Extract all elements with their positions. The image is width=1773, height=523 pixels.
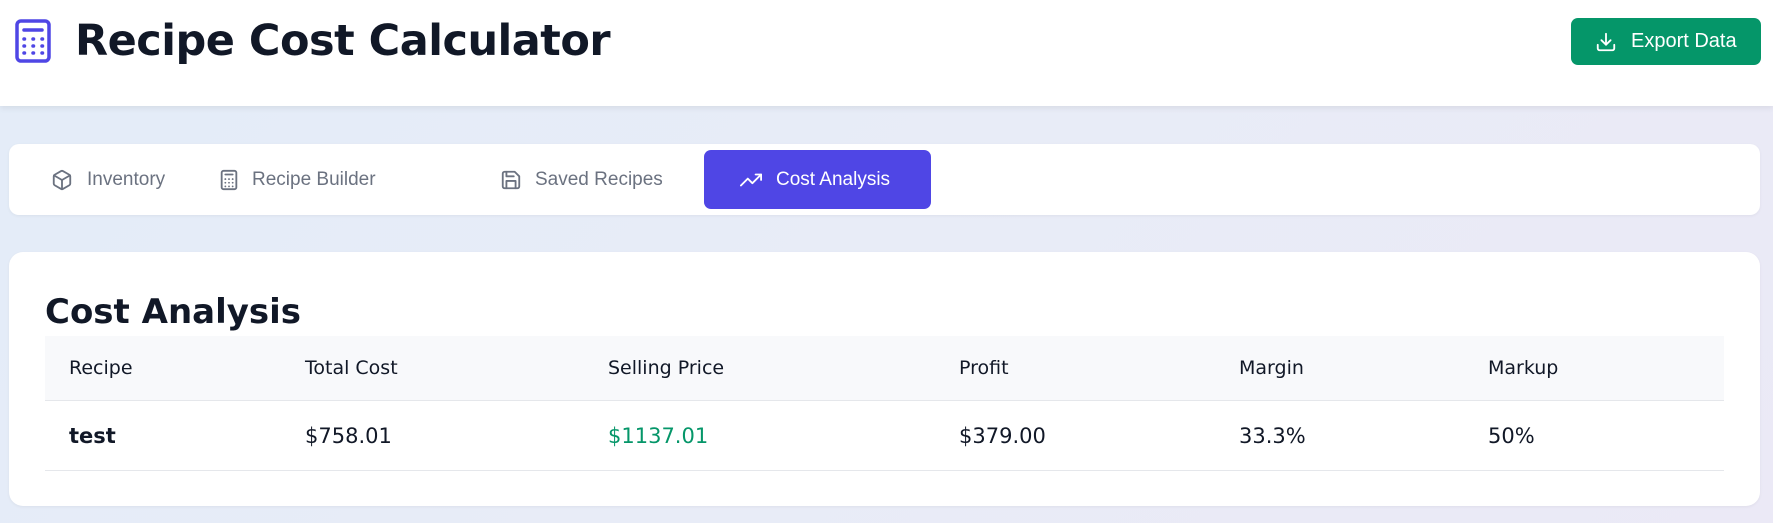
tab-cost-analysis[interactable]: Cost Analysis	[704, 150, 931, 209]
profit-cell: $379.00	[959, 423, 1046, 448]
page-title: Recipe Cost Calculator	[75, 16, 611, 66]
tab-saved-recipes-label: Saved Recipes	[535, 168, 663, 190]
trending-up-icon	[740, 173, 762, 187]
selling-price-cell: $1137.01	[608, 423, 709, 448]
column-header-markup: Markup	[1488, 357, 1559, 379]
section-title: Cost Analysis	[45, 292, 302, 332]
cost-analysis-table: Recipe Total Cost Selling Price Profit M…	[45, 336, 1724, 471]
margin-cell: 33.3%	[1239, 423, 1306, 448]
export-data-button[interactable]: Export Data	[1571, 18, 1761, 65]
tab-saved-recipes[interactable]: Saved Recipes	[429, 150, 663, 209]
app-header: Recipe Cost Calculator Export Data	[0, 0, 1773, 106]
table-header: Recipe Total Cost Selling Price Profit M…	[45, 336, 1724, 401]
total-cost-cell: $758.01	[305, 423, 392, 448]
table-row: test $758.01 $1137.01 $379.00 33.3% 50%	[45, 401, 1724, 471]
package-icon	[52, 169, 72, 191]
column-header-total-cost: Total Cost	[305, 357, 398, 379]
column-header-margin: Margin	[1239, 357, 1304, 379]
column-header-profit: Profit	[959, 357, 1009, 379]
column-header-recipe: Recipe	[69, 357, 133, 379]
tab-inventory-label: Inventory	[87, 168, 166, 190]
save-icon	[501, 170, 521, 190]
tab-cost-analysis-label: Cost Analysis	[776, 168, 891, 190]
export-data-label: Export Data	[1631, 30, 1737, 52]
tab-inventory[interactable]: Inventory	[9, 150, 199, 209]
calculator-icon	[220, 169, 238, 191]
column-header-selling-price: Selling Price	[608, 357, 725, 379]
download-icon	[1596, 32, 1616, 51]
tab-bar: Inventory Recipe Builder Saved Recipes C…	[9, 144, 1760, 215]
tab-recipe-builder[interactable]: Recipe Builder	[214, 150, 419, 209]
calculator-icon	[15, 19, 51, 63]
cost-analysis-panel: Cost Analysis Recipe Total Cost Selling …	[9, 252, 1760, 506]
tab-recipe-builder-label: Recipe Builder	[252, 168, 376, 190]
markup-cell: 50%	[1488, 423, 1535, 448]
recipe-name-cell: test	[69, 423, 116, 448]
